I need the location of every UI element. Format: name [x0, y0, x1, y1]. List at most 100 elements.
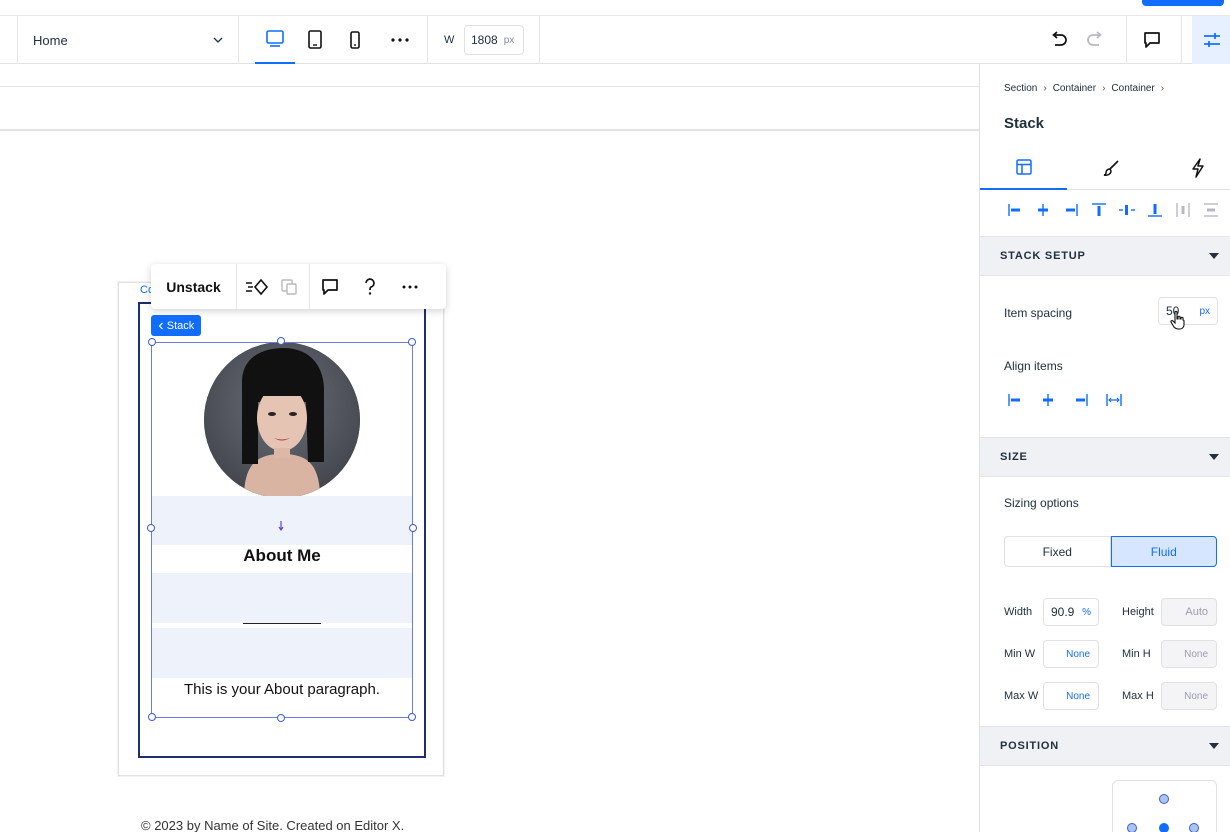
chevron-right-icon: ›: [1043, 83, 1047, 94]
align-right-icon: [1066, 204, 1078, 216]
caret-down-icon: [1209, 253, 1219, 259]
publish-button[interactable]: [1142, 0, 1224, 6]
width-label: Width: [1004, 606, 1033, 618]
align-middle-button[interactable]: [1116, 200, 1138, 220]
dock-left-point[interactable]: [1127, 823, 1137, 832]
width-unit: %: [1082, 606, 1091, 618]
align-right-button[interactable]: [1060, 200, 1082, 220]
sizing-options-label: Sizing options: [1004, 496, 1079, 510]
more-breakpoints-button[interactable]: [380, 16, 420, 64]
resize-handle-bottom[interactable]: [277, 714, 285, 722]
min-width-label: Min W: [1004, 648, 1036, 660]
comment-icon: [1144, 32, 1160, 48]
mobile-icon: [350, 31, 360, 49]
size-header[interactable]: SIZE: [980, 437, 1230, 477]
caret-down-icon: [1209, 454, 1219, 460]
help-icon: [365, 277, 375, 295]
align-bottom-icon: [1148, 204, 1162, 217]
stack-tag[interactable]: Stack: [151, 315, 201, 336]
min-height-input[interactable]: None: [1161, 640, 1217, 668]
comment-button[interactable]: [310, 264, 350, 309]
resize-handle-bottom-left[interactable]: [148, 713, 156, 721]
max-width-input[interactable]: None: [1043, 682, 1099, 710]
sizing-fluid-button[interactable]: Fluid: [1110, 536, 1217, 567]
align-items-label: Align items: [1004, 359, 1063, 373]
position-docking-widget: [1112, 780, 1217, 832]
more-actions-button[interactable]: [390, 264, 430, 309]
chevron-down-icon: [213, 37, 223, 43]
footer-copyright[interactable]: © 2023 by Name of Site. Created on Edito…: [141, 818, 404, 832]
breadcrumb: Section › Container › Container ›: [1004, 83, 1164, 94]
lightning-icon: [1191, 158, 1204, 178]
unstack-button[interactable]: Unstack: [151, 264, 237, 309]
resize-handle-left[interactable]: [147, 524, 155, 532]
panel-tabs: [980, 146, 1230, 190]
alignment-toolbar: [1004, 200, 1224, 220]
distribute-vertical-button[interactable]: [1200, 200, 1222, 220]
width-input[interactable]: 90.9 %: [1043, 598, 1099, 626]
dock-center-point[interactable]: [1159, 823, 1169, 832]
undo-button[interactable]: [1039, 16, 1079, 64]
align-left-button[interactable]: [1004, 200, 1026, 220]
tablet-view-button[interactable]: [295, 16, 335, 64]
align-bottom-button[interactable]: [1144, 200, 1166, 220]
duplicate-button[interactable]: [269, 264, 309, 309]
comments-button[interactable]: [1132, 16, 1172, 64]
align-top-button[interactable]: [1088, 200, 1110, 220]
editor-canvas[interactable]: Co About Me This is your About paragraph…: [0, 64, 979, 832]
resize-handle-top-left[interactable]: [148, 338, 156, 346]
stack-setup-header[interactable]: STACK SETUP: [980, 236, 1230, 276]
canvas-width-unit: px: [503, 34, 515, 46]
align-center-icon: [1043, 394, 1053, 406]
animation-icon: [246, 278, 269, 295]
item-spacing-input[interactable]: 50 px: [1158, 297, 1218, 325]
tab-layout[interactable]: [980, 146, 1067, 190]
panel-title: Stack: [1004, 115, 1045, 132]
layout-icon: [1015, 159, 1032, 175]
distribute-horizontal-icon: [1176, 203, 1190, 217]
sliders-icon: [1204, 33, 1220, 47]
resize-handle-top[interactable]: [277, 337, 285, 345]
height-input[interactable]: Auto: [1161, 598, 1217, 626]
stack-selection-box[interactable]: [151, 342, 413, 718]
max-height-label: Max H: [1122, 690, 1154, 702]
toolbar-divider: [427, 16, 428, 64]
redo-icon: [1087, 31, 1102, 46]
more-horizontal-icon: [402, 285, 418, 288]
breadcrumb-container[interactable]: Container: [1111, 83, 1154, 94]
min-width-input[interactable]: None: [1043, 640, 1099, 668]
help-button[interactable]: [350, 264, 390, 309]
align-items-center-button[interactable]: [1037, 390, 1059, 410]
resize-handle-bottom-right[interactable]: [408, 713, 416, 721]
tab-interactions[interactable]: [1154, 146, 1230, 190]
desktop-view-button[interactable]: [255, 16, 295, 64]
mobile-view-button[interactable]: [335, 16, 375, 64]
width-value: 90.9: [1051, 605, 1075, 619]
position-header[interactable]: POSITION: [980, 726, 1230, 766]
distribute-horizontal-button[interactable]: [1172, 200, 1194, 220]
breadcrumb-section[interactable]: Section: [1004, 83, 1037, 94]
resize-handle-right[interactable]: [409, 524, 417, 532]
inspector-toggle-button[interactable]: [1192, 16, 1230, 64]
align-items-end-button[interactable]: [1070, 390, 1092, 410]
dock-right-point[interactable]: [1189, 823, 1199, 832]
dock-top-point[interactable]: [1159, 794, 1169, 804]
page-selector[interactable]: Home: [18, 16, 238, 64]
sizing-fixed-button[interactable]: Fixed: [1004, 536, 1111, 567]
desktop-icon: [266, 30, 284, 47]
resize-handle-top-right[interactable]: [408, 338, 416, 346]
comment-icon: [322, 278, 338, 295]
canvas-width-input[interactable]: 1808 px: [464, 25, 524, 55]
align-items-stretch-button[interactable]: [1103, 390, 1125, 410]
align-items-start-button[interactable]: [1004, 390, 1026, 410]
toolbar-divider: [1126, 16, 1127, 64]
max-height-input[interactable]: None: [1161, 682, 1217, 710]
top-strip: [0, 0, 1230, 16]
editor-toolbar: Home W 1808 px: [0, 16, 1230, 64]
redo-button[interactable]: [1075, 16, 1115, 64]
breadcrumb-container[interactable]: Container: [1053, 83, 1096, 94]
align-center-button[interactable]: [1032, 200, 1054, 220]
header-section[interactable]: [0, 86, 979, 131]
tab-design[interactable]: [1067, 146, 1154, 190]
align-right-icon: [1076, 394, 1088, 406]
